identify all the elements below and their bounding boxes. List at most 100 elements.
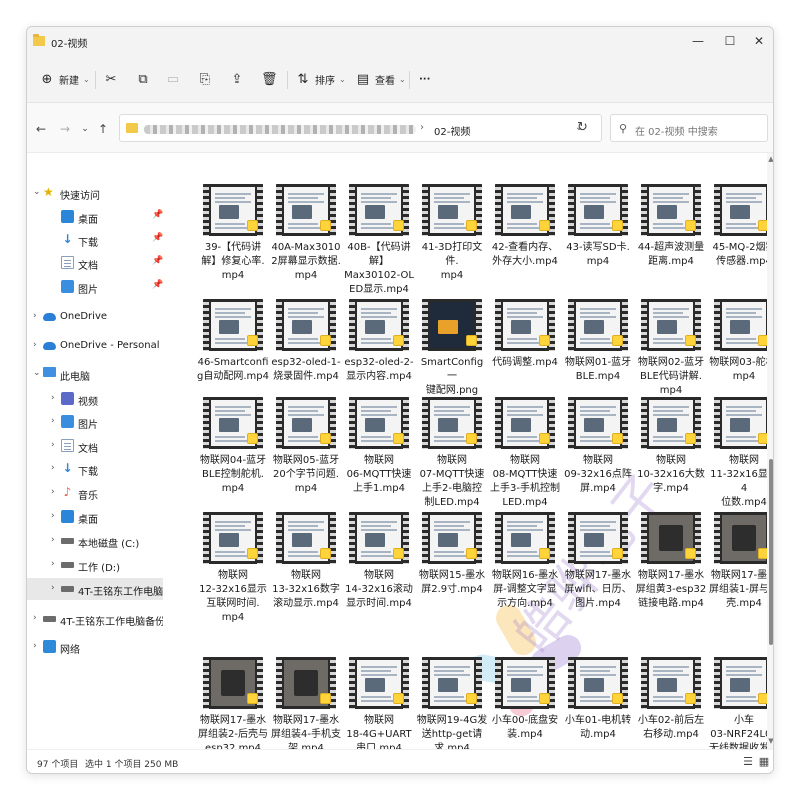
details-view-button[interactable]: ☰ — [741, 755, 755, 769]
sidebar-item[interactable]: › 本地磁盘 (C:) — [27, 530, 163, 552]
search-input[interactable]: ⚲ 在 02-视频 中搜索 — [610, 114, 768, 142]
player-badge-icon — [320, 220, 331, 231]
chevron-right-icon[interactable]: › — [51, 559, 55, 569]
cut-button[interactable]: ✂ — [103, 69, 119, 89]
file-item[interactable]: 物联网05-蓝牙 20个字节问题. mp4 — [270, 393, 342, 513]
file-item[interactable]: 41-3D打印文件. mp4 — [416, 180, 488, 300]
up-button[interactable]: ↑ — [95, 121, 111, 137]
file-item[interactable]: 物联网17-墨水 屏wifi、日历、 图片.mp4 — [562, 508, 634, 628]
refresh-button[interactable]: ↻ — [577, 120, 588, 135]
chevron-right-icon[interactable]: › — [33, 311, 37, 321]
file-item[interactable]: 42-查看内存、 外存大小.mp4 — [489, 180, 561, 300]
forward-button[interactable]: → — [57, 121, 73, 137]
file-item[interactable]: 44-超声波测量 距离.mp4 — [635, 180, 707, 300]
file-item[interactable]: 物联网 12-32x16显示 互联网时间. mp4 — [197, 508, 269, 628]
file-name-line: 物联网 — [729, 455, 759, 466]
file-item[interactable]: 物联网 07-MQTT快速 上手2-电脑控 制LED.mp4 — [416, 393, 488, 513]
sidebar-item[interactable]: › ↓ 下载 — [27, 458, 163, 480]
sidebar-item[interactable]: › OneDrive — [27, 306, 163, 328]
sidebar-item[interactable]: › 图片 — [27, 411, 163, 433]
file-item[interactable]: 物联网 11-32x16显示4 位数.mp4 — [708, 393, 774, 513]
paste-button[interactable]: ▭ — [165, 69, 181, 89]
close-button[interactable]: ✕ — [743, 27, 773, 55]
scroll-down-icon[interactable]: ▼ — [767, 737, 773, 745]
chevron-right-icon[interactable]: › — [51, 463, 55, 473]
file-item[interactable]: 物联网 13-32x16数字 滚动显示.mp4 — [270, 508, 342, 628]
rename-button[interactable]: ⎘ — [197, 69, 213, 89]
sidebar-item[interactable]: › 文档 — [27, 435, 163, 457]
thumbnail-line — [580, 308, 616, 310]
maximize-button[interactable]: ☐ — [714, 27, 746, 55]
new-button[interactable]: ⊕ 新建 ⌄ — [39, 69, 90, 89]
chevron-right-icon[interactable]: › — [33, 340, 37, 350]
file-name-line: mp4 — [221, 483, 245, 494]
sidebar-item[interactable]: ↓ 下载 📌 — [27, 229, 163, 251]
file-item[interactable]: 物联网 06-MQTT快速 上手1.mp4 — [343, 393, 415, 513]
file-name: 小车00-底盘安 装.mp4 — [489, 714, 561, 742]
sidebar-item[interactable]: › ♪ 音乐 — [27, 482, 163, 504]
sidebar-item[interactable]: 桌面 📌 — [27, 206, 163, 228]
file-name: SmartConfig一 键配网.png — [416, 356, 488, 398]
copy-button[interactable]: ⧉ — [135, 69, 151, 89]
chevron-right-icon[interactable]: › — [51, 535, 55, 545]
file-name-line: 物联网 — [583, 455, 613, 466]
delete-button[interactable]: 🗑 — [261, 69, 278, 89]
file-item[interactable]: 40B-【代码讲 解】 Max30102-OL ED显示.mp4 — [343, 180, 415, 300]
file-item[interactable]: 40A-Max3010 2屏幕显示数据. mp4 — [270, 180, 342, 300]
address-bar[interactable]: › 02-视频 ⌄ — [119, 114, 602, 142]
thumbnail-image — [219, 320, 239, 334]
chevron-down-icon[interactable]: ⌄ — [33, 368, 41, 378]
sort-button[interactable]: ⇅ 排序 ⌄ — [295, 69, 346, 89]
sidebar-item[interactable]: ⌄ 此电脑 — [27, 363, 163, 385]
thumbnail-line — [434, 529, 470, 531]
chevron-right-icon[interactable]: › — [51, 440, 55, 450]
more-options-button[interactable]: ··· — [419, 69, 430, 89]
sidebar-item[interactable]: › 4T-王铭东工作电脑备份 (F:) — [27, 578, 203, 600]
scrollbar-thumb[interactable] — [769, 459, 773, 645]
file-item[interactable]: 物联网 08-MQTT快速 上手3-手机控制 LED.mp4 — [489, 393, 561, 513]
file-item[interactable]: 物联网04-蓝牙 BLE控制舵机. mp4 — [197, 393, 269, 513]
file-item[interactable]: 43-读写SD卡. mp4 — [562, 180, 634, 300]
chevron-right-icon[interactable]: › — [33, 613, 37, 623]
file-item[interactable]: 物联网17-墨水 屏组黄3-esp32 链接电路.mp4 — [635, 508, 707, 628]
thumbnail-line — [507, 521, 543, 523]
chevron-right-icon[interactable]: › — [51, 416, 55, 426]
file-name-line: 11-32x16显示4 — [710, 469, 774, 494]
file-item[interactable]: 物联网17-墨水 屏组装1-屏与外 壳.mp4 — [708, 508, 773, 628]
file-item[interactable]: 物联网 10-32x16大数 字.mp4 — [635, 393, 707, 513]
thumbnail-line — [726, 696, 756, 698]
file-item[interactable]: 物联网16-墨水 屏-调整文字显 示方向.mp4 — [489, 508, 561, 628]
share-button[interactable]: ⇪ — [229, 69, 245, 89]
player-badge-icon — [685, 220, 696, 231]
file-item[interactable]: 物联网 09-32x16点阵 屏.mp4 — [562, 393, 634, 513]
recent-locations-button[interactable]: ⌄ — [77, 121, 93, 137]
sidebar-item[interactable]: › OneDrive - Personal — [27, 335, 163, 357]
vertical-scrollbar[interactable]: ▲ ▼ — [767, 153, 773, 749]
sidebar-item[interactable]: › 视频 — [27, 388, 163, 410]
thumbnail-image — [292, 320, 312, 334]
chevron-right-icon[interactable]: › — [33, 641, 37, 651]
thumbnail-line — [653, 227, 689, 229]
sidebar-item[interactable]: › 工作 (D:) — [27, 554, 163, 576]
sidebar-item[interactable]: › 网络 — [27, 636, 163, 658]
chevron-right-icon[interactable]: › — [51, 583, 55, 593]
sidebar-item[interactable]: › 4T-王铭东工作电脑备份 (F:) — [27, 608, 185, 630]
scroll-up-icon[interactable]: ▲ — [767, 155, 773, 163]
file-item[interactable]: 45-MQ-2烟雾 传感器.mp4 — [708, 180, 773, 300]
file-item[interactable]: 物联网15-墨水 屏2.9寸.mp4 — [416, 508, 488, 628]
chevron-right-icon[interactable]: › — [51, 487, 55, 497]
sidebar-item[interactable]: › 桌面 — [27, 506, 163, 528]
file-item[interactable]: 39-【代码讲 解】修复心率. mp4 — [197, 180, 269, 300]
chevron-right-icon[interactable]: › — [51, 511, 55, 521]
sidebar-item[interactable]: 图片 📌 — [27, 276, 163, 298]
chevron-down-icon[interactable]: ⌄ — [33, 187, 41, 197]
back-button[interactable]: ← — [33, 121, 49, 137]
chevron-right-icon[interactable]: › — [51, 393, 55, 403]
breadcrumb-current[interactable]: 02-视频 — [434, 123, 470, 138]
sidebar-item[interactable]: ⌄ ★ 快速访问 — [27, 182, 163, 204]
file-item[interactable]: 物联网 14-32x16滚动 显示时间.mp4 — [343, 508, 415, 628]
view-button[interactable]: ▤ 查看 ⌄ — [355, 69, 406, 89]
minimize-button[interactable]: — — [682, 27, 714, 55]
sidebar-item[interactable]: 文档 📌 — [27, 252, 163, 274]
tiles-view-button[interactable]: ▦ — [757, 755, 771, 769]
